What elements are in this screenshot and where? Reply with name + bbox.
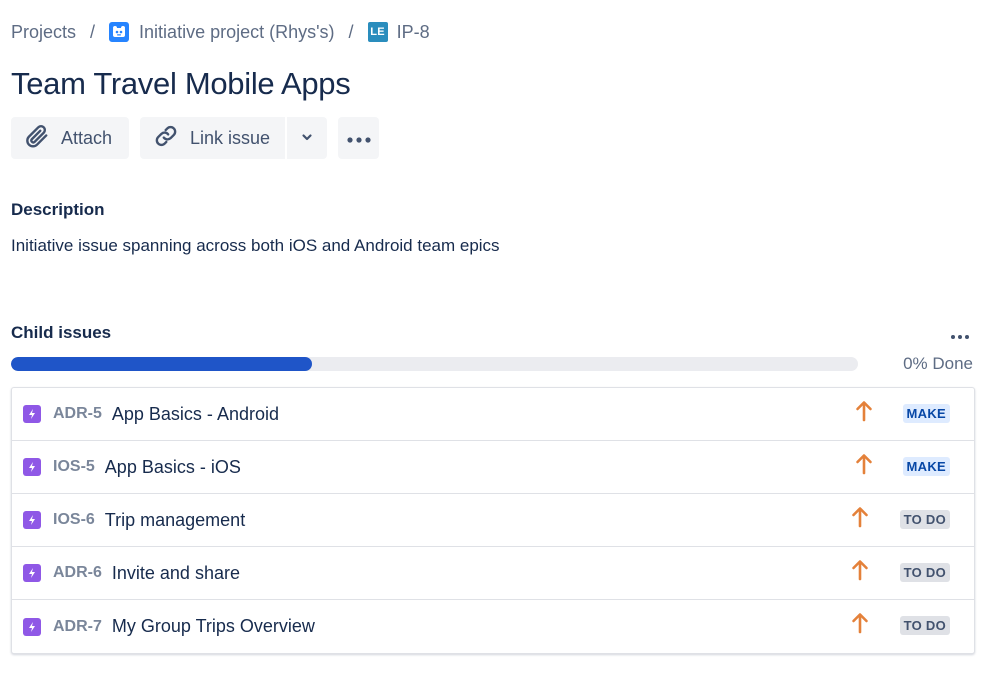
status-badge[interactable]: TO DO [899, 563, 950, 582]
status-badge[interactable]: MAKE [902, 457, 950, 476]
status-badge[interactable]: TO DO [899, 510, 950, 529]
more-horizontal-icon [950, 327, 970, 345]
breadcrumb: Projects / Initiative project (Rhys's) /… [11, 19, 430, 45]
child-issues-progress-fill [11, 357, 312, 371]
child-issue-summary[interactable]: Invite and share [112, 563, 240, 584]
child-issue-row[interactable]: IOS-6 Trip management TO DO [12, 494, 974, 547]
status-badge[interactable]: TO DO [899, 616, 950, 635]
child-issue-row[interactable]: ADR-7 My Group Trips Overview TO DO [12, 600, 974, 653]
breadcrumb-issue-key: IP-8 [396, 21, 430, 42]
status-badge[interactable]: MAKE [902, 404, 950, 423]
high-priority-icon [850, 506, 870, 528]
link-issue-button[interactable]: Link issue [140, 117, 285, 159]
child-issues-list: ADR-5 App Basics - Android MAKE IOS-5 App Ba… [11, 387, 975, 654]
high-priority-icon [850, 559, 870, 581]
high-priority-icon [854, 400, 874, 422]
epic-icon [23, 564, 41, 582]
description-heading: Description [11, 200, 105, 219]
epic-icon [23, 458, 41, 476]
link-issue-dropdown-button[interactable] [287, 117, 327, 159]
issue-type-icon: LE [367, 22, 388, 42]
high-priority-icon [854, 453, 874, 475]
child-issue-summary[interactable]: My Group Trips Overview [112, 616, 315, 637]
breadcrumb-separator: / [348, 21, 354, 42]
more-horizontal-icon [346, 128, 372, 149]
link-icon [153, 123, 179, 154]
epic-icon [23, 511, 41, 529]
breadcrumb-project-label: Initiative project (Rhys's) [139, 21, 335, 42]
attach-button[interactable]: Attach [11, 117, 129, 159]
chevron-down-icon [300, 128, 314, 149]
child-issue-key[interactable]: ADR-6 [53, 564, 102, 582]
breadcrumb-issue[interactable]: LE IP-8 [367, 21, 430, 43]
project-avatar-icon [109, 22, 130, 42]
child-issue-row[interactable]: ADR-6 Invite and share TO DO [12, 547, 974, 600]
child-issue-row[interactable]: ADR-5 App Basics - Android MAKE [12, 388, 974, 441]
issue-view: Projects / Initiative project (Rhys's) /… [0, 0, 999, 678]
high-priority-icon [850, 612, 870, 634]
child-issue-key[interactable]: ADR-7 [53, 618, 102, 636]
attach-label: Attach [61, 127, 113, 148]
child-issues-progress-label: 0% Done [903, 354, 973, 373]
child-issue-summary[interactable]: App Basics - Android [112, 404, 279, 425]
child-issues-progress-bar [11, 357, 858, 371]
child-issue-key[interactable]: IOS-6 [53, 511, 95, 529]
epic-icon [23, 405, 41, 423]
child-issue-key[interactable]: ADR-5 [53, 405, 102, 423]
paperclip-icon [24, 123, 50, 154]
issue-toolbar: Attach Link issue [11, 117, 379, 159]
child-issues-more-button[interactable] [948, 326, 972, 346]
link-issue-label: Link issue [190, 127, 271, 148]
child-issue-row[interactable]: IOS-5 App Basics - iOS MAKE [12, 441, 974, 494]
breadcrumb-separator: / [90, 21, 96, 42]
epic-icon [23, 617, 41, 636]
description-text[interactable]: Initiative issue spanning across both iO… [11, 236, 500, 256]
child-issue-key[interactable]: IOS-5 [53, 458, 95, 476]
page-title[interactable]: Team Travel Mobile Apps [11, 66, 351, 102]
child-issue-summary[interactable]: Trip management [105, 510, 245, 531]
more-actions-button[interactable] [338, 117, 379, 159]
breadcrumb-project[interactable]: Initiative project (Rhys's) [109, 22, 335, 43]
child-issues-heading: Child issues [11, 323, 112, 342]
child-issue-summary[interactable]: App Basics - iOS [105, 457, 241, 478]
breadcrumb-projects[interactable]: Projects [11, 22, 76, 43]
